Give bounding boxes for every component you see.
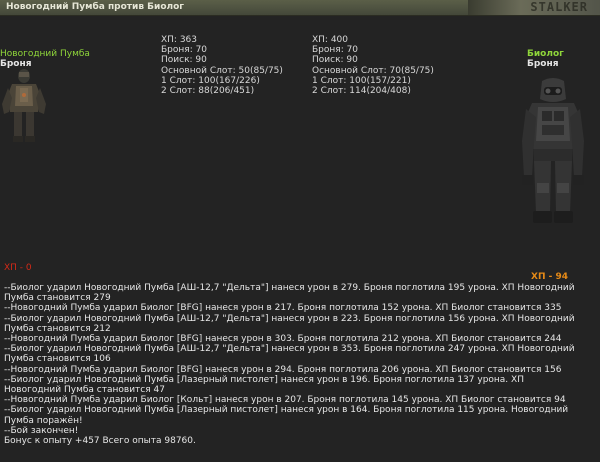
left-fighter-avatar <box>2 68 46 148</box>
log-line: --Биолог ударил Новогодний Пумба [АШ-12,… <box>4 313 575 334</box>
right-fighter-stats: ХП: 400 Броня: 70 Поиск: 90 Основной Сло… <box>312 35 434 96</box>
left-fighter-stats: ХП: 363 Броня: 70 Поиск: 90 Основной Сло… <box>161 35 283 96</box>
right-stat-slot-2: 2 Слот: 114(204/408) <box>312 85 411 96</box>
battle-title: Новогодний Пумба против Биолог <box>6 2 184 12</box>
left-stat-hp: ХП: 363 <box>161 35 198 45</box>
log-line: --Биолог ударил Новогодний Пумба [АШ-12,… <box>4 283 575 304</box>
log-line: --Новогодний Пумба ударил Биолог [BFG] н… <box>4 364 562 375</box>
log-line-battle-over: --Бой закончен! <box>4 425 79 436</box>
right-stat-main-slot: Основной Слот: 70(85/75) <box>312 65 434 76</box>
right-stat-hp: ХП: 400 <box>312 35 349 45</box>
right-stat-slot-1: 1 Слот: 100(157/221) <box>312 75 411 86</box>
log-line: --Новогодний Пумба ударил Биолог [BFG] н… <box>4 334 562 345</box>
left-stat-main-slot: Основной Слот: 50(85/75) <box>161 65 283 76</box>
left-stat-slot-2: 2 Слот: 88(206/451) <box>161 85 255 96</box>
left-fighter-hp-status: ХП - 0 <box>4 263 32 273</box>
right-fighter-name[interactable]: Биолог <box>527 49 564 59</box>
log-line: --Биолог ударил Новогодний Пумба [АШ-12,… <box>4 344 575 365</box>
log-line-experience: Бонус к опыту +457 Всего опыта 98760. <box>4 436 196 447</box>
title-bar: Новогодний Пумба против Биолог STALKER <box>0 0 600 16</box>
right-stat-search: Поиск: 90 <box>312 55 358 66</box>
right-fighter-avatar <box>522 77 584 229</box>
right-stat-armor: Броня: 70 <box>312 45 359 56</box>
left-fighter-name[interactable]: Новогодний Пумба <box>0 49 90 59</box>
right-fighter-hp-status: ХП - 94 <box>531 272 568 282</box>
left-fighter-figure-icon <box>2 69 46 142</box>
log-line: --Новогодний Пумба ударил Биолог [BFG] н… <box>4 303 562 314</box>
left-stat-armor: Броня: 70 <box>161 45 208 56</box>
right-fighter-armor-label: Броня <box>527 59 559 69</box>
left-stat-slot-1: 1 Слот: 100(167/226) <box>161 75 260 86</box>
log-line: --Биолог ударил Новогодний Пумба [Лазерн… <box>4 405 569 426</box>
logo-text: STALKER <box>530 0 588 14</box>
game-logo: STALKER <box>468 0 600 15</box>
log-line: --Новогодний Пумба ударил Биолог [Кольт]… <box>4 395 566 406</box>
battle-page: Новогодний Пумба против Биолог STALKER Н… <box>0 0 600 462</box>
right-fighter-figure-icon <box>522 78 584 223</box>
left-stat-search: Поиск: 90 <box>161 55 207 66</box>
battle-log: --Биолог ударил Новогодний Пумба [АШ-12,… <box>4 283 579 446</box>
log-line: --Биолог ударил Новогодний Пумба [Лазерн… <box>4 374 524 396</box>
